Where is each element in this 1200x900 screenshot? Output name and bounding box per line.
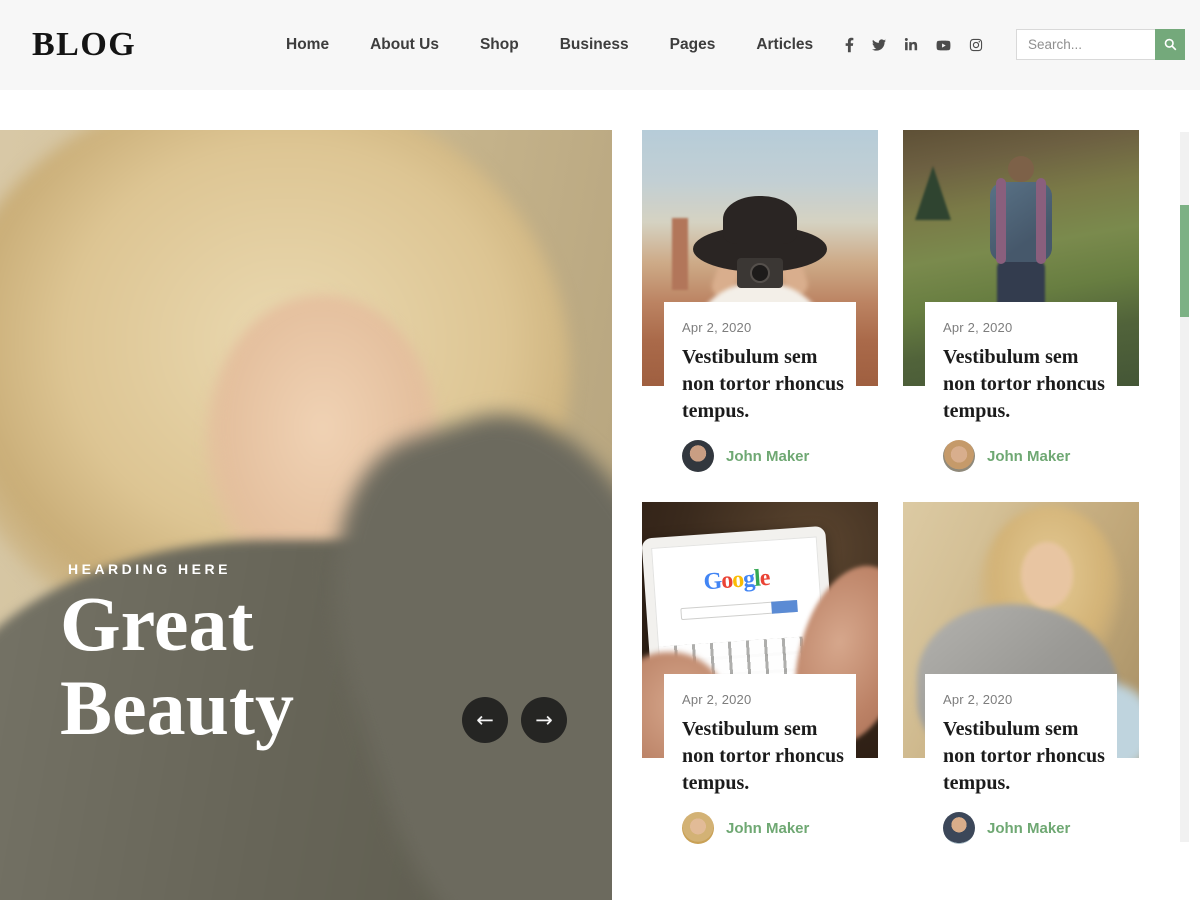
author-name[interactable]: John Maker [726, 820, 809, 837]
article-title[interactable]: Vestibulum semnon tortor rhoncustempus. [682, 716, 852, 797]
article-card: Apr 2, 2020 Vestibulum semnon tortor rho… [642, 130, 878, 472]
google-search-bar [680, 600, 797, 620]
linkedin-icon[interactable] [904, 38, 918, 52]
hero-slide[interactable]: HEARDING HERE GreatBeauty ← → [0, 130, 612, 900]
main-nav: Home About Us Shop Business Pages Articl… [286, 0, 813, 90]
article-author-row: John Maker [943, 812, 1113, 844]
article-author-row: John Maker [943, 440, 1113, 472]
article-date: Apr 2, 2020 [943, 320, 1113, 335]
hero-title: GreatBeauty [60, 582, 294, 750]
youtube-icon[interactable] [935, 39, 952, 52]
article-card: Apr 2, 2020 Vestibulum semnon tortor rho… [903, 130, 1139, 472]
article-body: Apr 2, 2020 Vestibulum semnon tortor rho… [664, 302, 856, 472]
nav-item-home[interactable]: Home [286, 36, 329, 54]
article-body: Apr 2, 2020 Vestibulum semnon tortor rho… [925, 302, 1117, 472]
facebook-icon[interactable] [845, 37, 854, 53]
carousel-next-button[interactable]: → [521, 697, 567, 743]
site-logo[interactable]: BLOG [32, 26, 136, 64]
article-body: Apr 2, 2020 Vestibulum semnon tortor rho… [925, 674, 1117, 844]
author-avatar[interactable] [682, 812, 714, 844]
carousel-prev-button[interactable]: ← [462, 697, 508, 743]
google-logo-text: Google [654, 561, 819, 599]
nav-item-business[interactable]: Business [560, 36, 629, 54]
author-name[interactable]: John Maker [987, 448, 1070, 465]
nav-item-pages[interactable]: Pages [670, 36, 716, 54]
author-avatar[interactable] [682, 440, 714, 472]
google-search-button-shape [771, 600, 798, 614]
article-author-row: John Maker [682, 440, 852, 472]
article-title[interactable]: Vestibulum semnon tortor rhoncustempus. [943, 344, 1113, 425]
social-links [845, 0, 983, 90]
face-shape [1021, 542, 1073, 608]
hero-image [0, 130, 612, 900]
article-card: Google Apr 2, 2020 Vestibulum semnon tor… [642, 502, 878, 844]
article-title[interactable]: Vestibulum semnon tortor rhoncustempus. [943, 716, 1113, 797]
scrollbar-track[interactable] [1180, 132, 1189, 842]
author-name[interactable]: John Maker [726, 448, 809, 465]
nav-item-about-us[interactable]: About Us [370, 36, 439, 54]
arrow-right-icon: → [535, 710, 553, 731]
tree-shape [915, 166, 951, 220]
article-card: Apr 2, 2020 Vestibulum semnon tortor rho… [903, 502, 1139, 844]
nav-item-shop[interactable]: Shop [480, 36, 519, 54]
nav-item-articles[interactable]: Articles [756, 36, 813, 54]
head-shape [1008, 156, 1034, 182]
instagram-icon[interactable] [969, 38, 983, 52]
article-title[interactable]: Vestibulum semnon tortor rhoncustempus. [682, 344, 852, 425]
search-button[interactable] [1155, 29, 1185, 60]
search-icon [1163, 37, 1178, 52]
scrollbar-thumb[interactable] [1180, 205, 1189, 317]
search-box [1016, 29, 1185, 60]
author-name[interactable]: John Maker [987, 820, 1070, 837]
article-author-row: John Maker [682, 812, 852, 844]
twitter-icon[interactable] [871, 38, 887, 52]
arrow-left-icon: ← [476, 710, 494, 731]
backpack-shape [990, 182, 1052, 262]
search-input[interactable] [1016, 29, 1155, 60]
article-body: Apr 2, 2020 Vestibulum semnon tortor rho… [664, 674, 856, 844]
author-avatar[interactable] [943, 440, 975, 472]
site-header: BLOG Home About Us Shop Business Pages A… [0, 0, 1200, 90]
article-date: Apr 2, 2020 [943, 692, 1113, 707]
article-date: Apr 2, 2020 [682, 692, 852, 707]
chimney-shape [672, 218, 688, 290]
author-avatar[interactable] [943, 812, 975, 844]
camera-shape [737, 258, 783, 288]
hero-kicker: HEARDING HERE [68, 561, 231, 577]
article-date: Apr 2, 2020 [682, 320, 852, 335]
